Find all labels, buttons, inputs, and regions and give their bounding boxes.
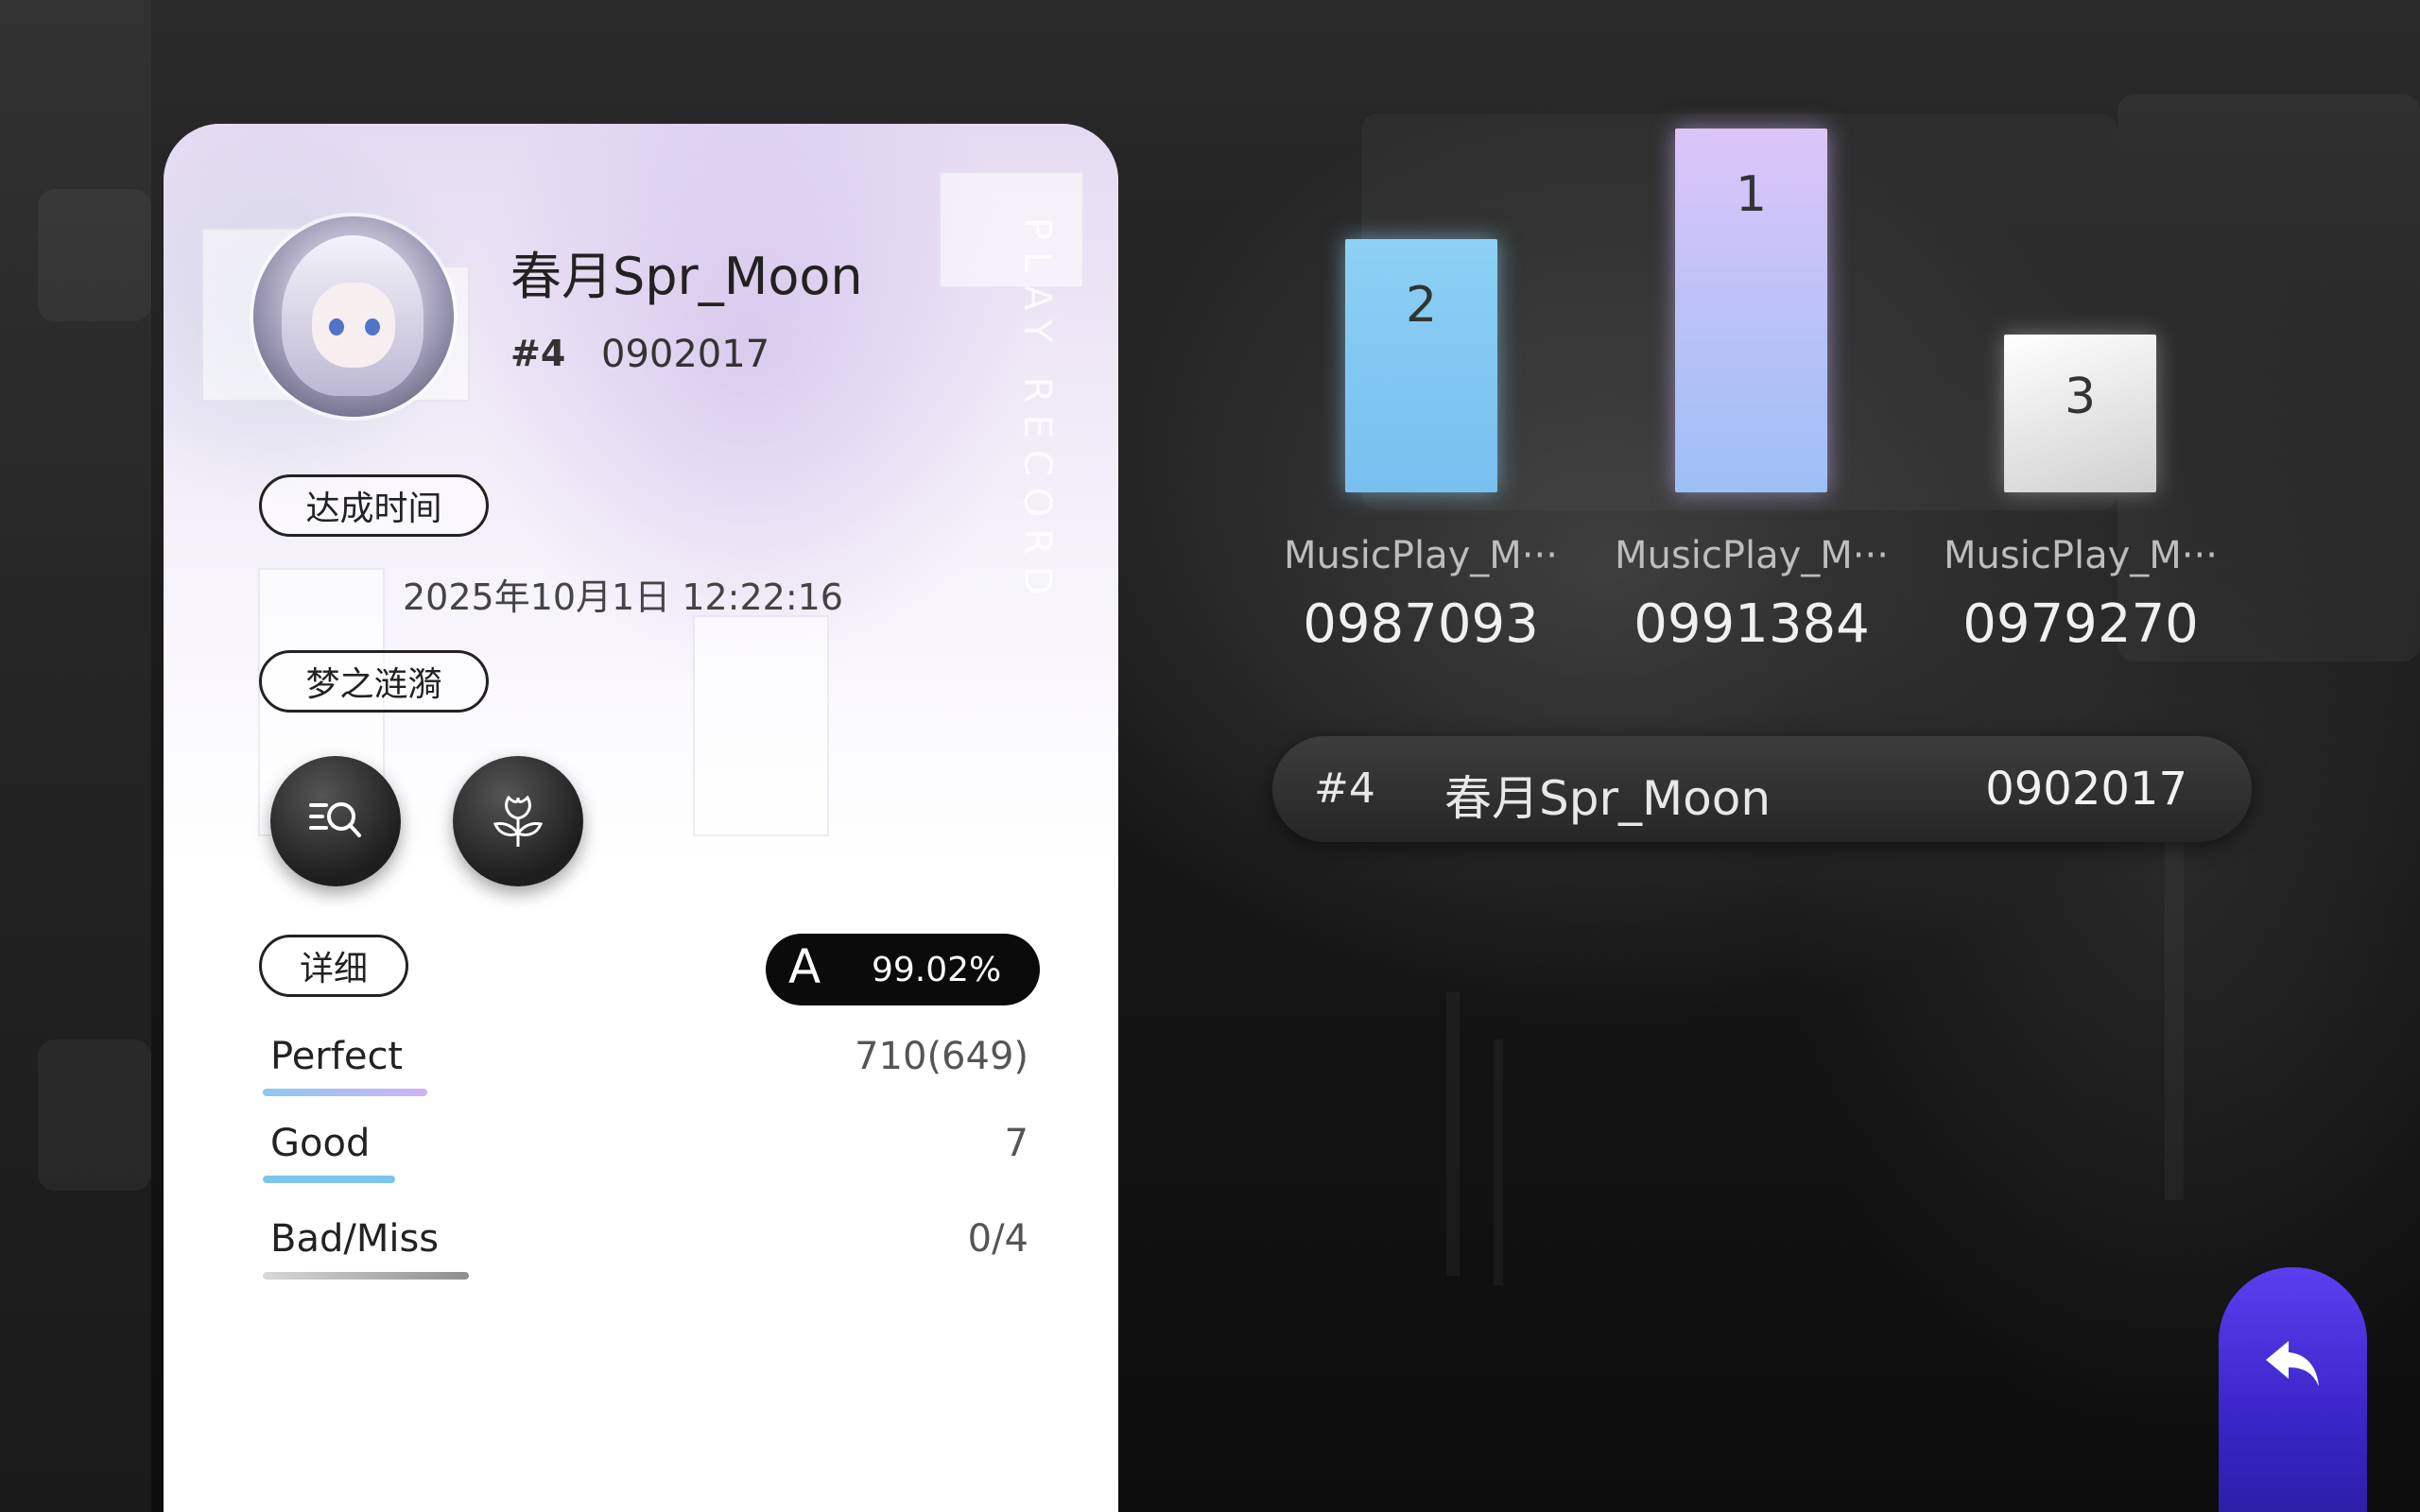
podium-place-1: 1 xyxy=(1735,166,1768,223)
player-name: 春月Spr_Moon xyxy=(510,247,863,306)
good-underline xyxy=(263,1176,395,1183)
self-score: 0902017 xyxy=(1985,763,2187,816)
search-list-button[interactable] xyxy=(270,756,401,886)
back-button[interactable] xyxy=(2219,1267,2367,1512)
good-label: Good xyxy=(270,1122,371,1165)
bad-miss-label: Bad/Miss xyxy=(270,1217,440,1261)
return-arrow-icon xyxy=(2260,1335,2326,1512)
podium-bar-3: 3 xyxy=(2004,335,2156,492)
accuracy-value: 99.02% xyxy=(872,951,1002,989)
detail-label: 详细 xyxy=(259,935,408,997)
perfect-label: Perfect xyxy=(270,1035,404,1078)
bad-miss-value: 0/4 xyxy=(967,1217,1028,1261)
podium-name-1: MusicPlay_M··· xyxy=(1615,534,1889,577)
podium-place-2: 2 xyxy=(1405,277,1438,334)
player-rank: #4 xyxy=(510,333,566,374)
podium-score-1: 0991384 xyxy=(1634,593,1870,655)
player-score: 0902017 xyxy=(601,333,770,376)
podium-name-2: MusicPlay_M··· xyxy=(1284,534,1558,577)
flower-button[interactable] xyxy=(453,756,583,886)
perfect-underline xyxy=(263,1089,427,1096)
bad-miss-underline xyxy=(263,1272,469,1280)
podium-bar-2: 2 xyxy=(1345,239,1497,492)
flower-icon xyxy=(490,790,546,852)
self-rank: #4 xyxy=(1314,765,1375,813)
podium-score-2: 0987093 xyxy=(1303,593,1539,655)
achieve-time-value: 2025年10月1日 12:22:16 xyxy=(403,576,843,618)
self-rank-row[interactable]: #4 春月Spr_Moon 0902017 xyxy=(1272,736,2252,842)
search-list-icon xyxy=(307,796,364,847)
avatar[interactable] xyxy=(253,216,454,417)
grade-letter: A xyxy=(788,939,821,994)
accuracy-badge: A 99.02% xyxy=(766,934,1040,1005)
song-title-label: 梦之涟漪 xyxy=(259,650,489,713)
achieve-time-label: 达成时间 xyxy=(259,474,489,537)
perfect-value: 710(649) xyxy=(855,1035,1028,1078)
podium-bar-1: 1 xyxy=(1675,129,1827,492)
play-record-vertical-title: PLAY RECORD xyxy=(1015,217,1059,607)
podium-score-3: 0979270 xyxy=(1962,593,2199,655)
podium-name-3: MusicPlay_M··· xyxy=(1944,534,2218,577)
good-value: 7 xyxy=(1004,1122,1028,1165)
self-name: 春月Spr_Moon xyxy=(1444,771,1772,826)
podium-place-3: 3 xyxy=(2064,369,2097,425)
